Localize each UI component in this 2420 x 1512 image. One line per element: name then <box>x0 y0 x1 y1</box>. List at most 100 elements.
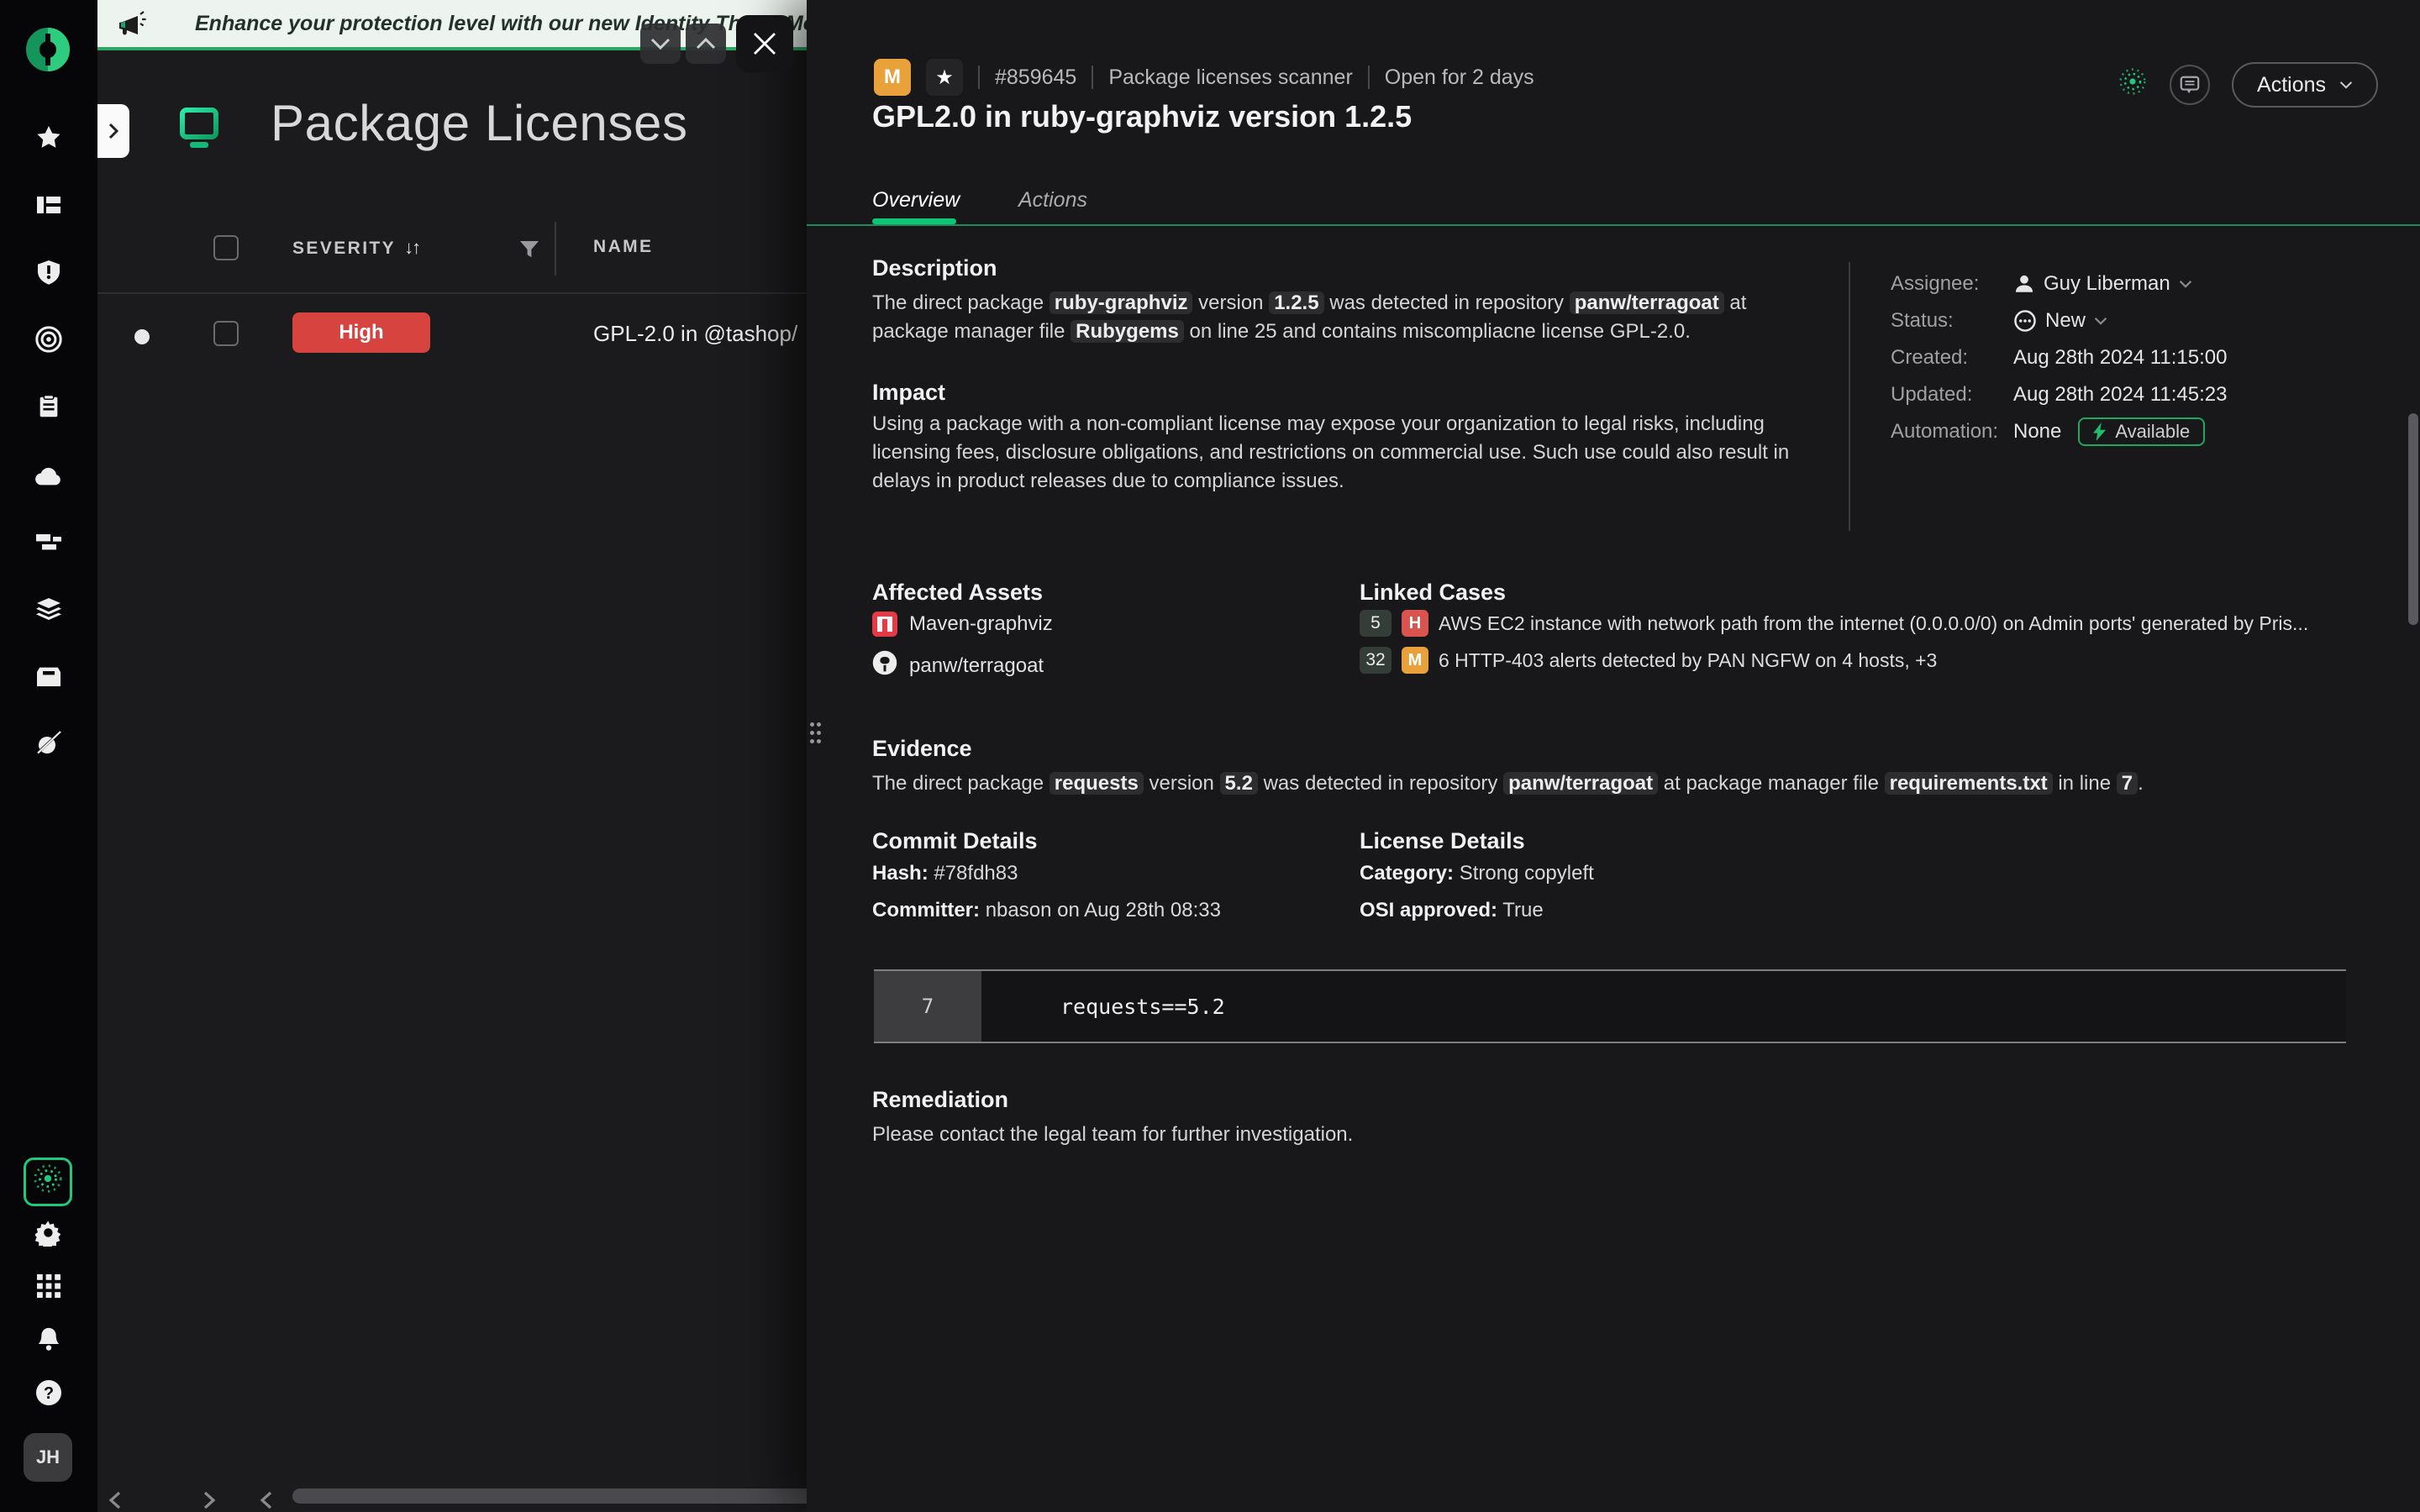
column-header-name[interactable]: NAME <box>593 237 653 257</box>
unread-dot-icon <box>134 329 150 344</box>
clipboard-icon <box>36 394 61 426</box>
chevron-down-icon <box>2179 277 2192 291</box>
banner-message: Enhance your protection level with our n… <box>195 12 820 36</box>
dotted-spiral-icon <box>32 1163 64 1201</box>
drag-handle-icon[interactable] <box>810 722 830 753</box>
sidebar-item-threats[interactable] <box>35 262 62 289</box>
page-prev-icon[interactable] <box>109 1485 121 1512</box>
priority-badge: M <box>874 59 911 96</box>
bell-icon <box>36 1326 61 1358</box>
sidebar-item-assets[interactable] <box>35 531 62 558</box>
page-next-icon[interactable] <box>203 1485 215 1512</box>
sidebar-item-active-module[interactable] <box>24 1158 72 1206</box>
created-row: Created: Aug 28th 2024 11:15:00 <box>1891 339 2227 376</box>
evidence-text: The direct package requests version 5.2 … <box>872 769 2149 798</box>
gear-icon <box>35 1220 62 1253</box>
status-value[interactable]: New <box>2013 309 2107 333</box>
comment-icon <box>2179 74 2201 96</box>
updated-row: Updated: Aug 28th 2024 11:45:23 <box>1891 376 2227 413</box>
sidebar-item-inventory[interactable] <box>35 665 62 692</box>
panel-action-icons: Actions <box>2118 62 2378 108</box>
evidence-heading: Evidence <box>872 736 972 762</box>
status-new-icon <box>2013 309 2037 333</box>
svg-text:?: ? <box>44 1384 54 1403</box>
sidebar-item-settings[interactable] <box>35 1223 62 1250</box>
tab-overview[interactable]: Overview <box>872 188 960 213</box>
automation-spiral-icon[interactable] <box>2118 66 2148 103</box>
table-header: SEVERITY↓↑ NAME <box>97 228 820 292</box>
layers-icon <box>35 596 62 627</box>
case-detail-panel: M ★ #859645 Package licenses scanner Ope… <box>807 0 2420 1512</box>
remediation-heading: Remediation <box>872 1087 1008 1113</box>
assignee-row: Assignee: Guy Liberman <box>1891 265 2227 302</box>
blocks-icon <box>35 529 62 560</box>
asset-item[interactable]: panw/terragoat <box>872 650 1044 681</box>
case-title: GPL2.0 in ruby-graphviz version 1.2.5 <box>872 99 1412 134</box>
meta-divider <box>1849 262 1850 531</box>
license-details-heading: License Details <box>1360 828 1525 854</box>
automation-value: None <box>2013 420 2061 444</box>
row-checkbox[interactable] <box>213 321 239 346</box>
sidebar-expand-button[interactable] <box>97 104 129 158</box>
case-source: Package licenses scanner <box>1108 66 1352 90</box>
chevron-right-icon <box>108 123 118 139</box>
active-tab-underline <box>872 218 956 224</box>
horizontal-scrollbar[interactable] <box>292 1488 847 1504</box>
panel-close-button[interactable] <box>736 15 793 72</box>
remediation-text: Please contact the legal team for furthe… <box>872 1121 2049 1149</box>
automation-available-badge[interactable]: Available <box>2078 417 2205 446</box>
sidebar-item-favorites[interactable] <box>35 128 62 155</box>
severity-high-badge: H <box>1402 610 1428 637</box>
tab-bar-divider <box>807 224 2420 226</box>
target-icon <box>34 325 63 360</box>
product-logo-icon[interactable] <box>25 27 71 72</box>
impact-text: Using a package with a non-compliant lic… <box>872 410 1807 496</box>
grid-apps-icon <box>37 1273 60 1305</box>
close-icon <box>753 32 776 55</box>
asset-item[interactable]: Maven-graphviz <box>872 612 1053 637</box>
severity-badge: High <box>292 312 430 353</box>
sidebar-item-reports[interactable] <box>35 396 62 423</box>
column-header-severity[interactable]: SEVERITY↓↑ <box>292 237 419 259</box>
sidebar-item-apps[interactable] <box>35 1275 62 1302</box>
tab-actions[interactable]: Actions <box>1018 188 1087 213</box>
sidebar-item-cases[interactable] <box>35 195 62 222</box>
case-count-badge: 32 <box>1360 647 1392 674</box>
sidebar-item-layers[interactable] <box>35 598 62 625</box>
sidebar-item-cloud[interactable] <box>35 464 62 491</box>
comments-button[interactable] <box>2170 65 2210 105</box>
panel-prev-button[interactable] <box>686 24 726 64</box>
sidebar-item-detection[interactable] <box>35 329 62 356</box>
scroll-start-icon[interactable] <box>260 1485 272 1512</box>
evidence-code-block: 7 requests==5.2 <box>874 969 2346 1043</box>
megaphone-icon <box>114 8 148 49</box>
panel-next-button[interactable] <box>640 24 681 64</box>
linked-cases-heading: Linked Cases <box>1360 580 1506 606</box>
github-icon <box>872 650 897 681</box>
sidebar-item-help[interactable]: ? <box>35 1383 62 1410</box>
code-line-number: 7 <box>874 971 981 1042</box>
committer-row: Committer: nbason on Aug 28th 08:33 <box>872 899 1221 922</box>
storage-box-icon <box>35 664 62 695</box>
linked-case-item[interactable]: 5 H AWS EC2 instance with network path f… <box>1360 610 2308 637</box>
severity-medium-badge: M <box>1402 647 1428 674</box>
shield-alert-icon <box>35 259 62 292</box>
assignee-value[interactable]: Guy Liberman <box>2013 272 2192 296</box>
sort-icon[interactable]: ↓↑ <box>404 237 419 258</box>
favorite-star-icon[interactable]: ★ <box>926 59 963 96</box>
status-row: Status: New <box>1891 302 2227 339</box>
filter-icon[interactable] <box>519 235 539 266</box>
comet-icon <box>34 728 63 764</box>
vertical-scrollbar[interactable] <box>2408 413 2418 625</box>
commit-details-heading: Commit Details <box>872 828 1038 854</box>
table-row[interactable]: High GPL-2.0 in @tashop/ <box>97 294 820 378</box>
sidebar-item-explore[interactable] <box>35 732 62 759</box>
linked-case-item[interactable]: 32 M 6 HTTP-403 alerts detected by PAN N… <box>1360 647 1937 674</box>
maven-icon <box>872 612 897 637</box>
list-layout-icon <box>35 192 62 225</box>
chevron-down-icon <box>650 38 671 50</box>
sidebar-item-notifications[interactable] <box>35 1329 62 1356</box>
select-all-checkbox[interactable] <box>213 235 239 260</box>
actions-button[interactable]: Actions <box>2232 62 2378 108</box>
user-avatar[interactable]: JH <box>24 1433 72 1482</box>
